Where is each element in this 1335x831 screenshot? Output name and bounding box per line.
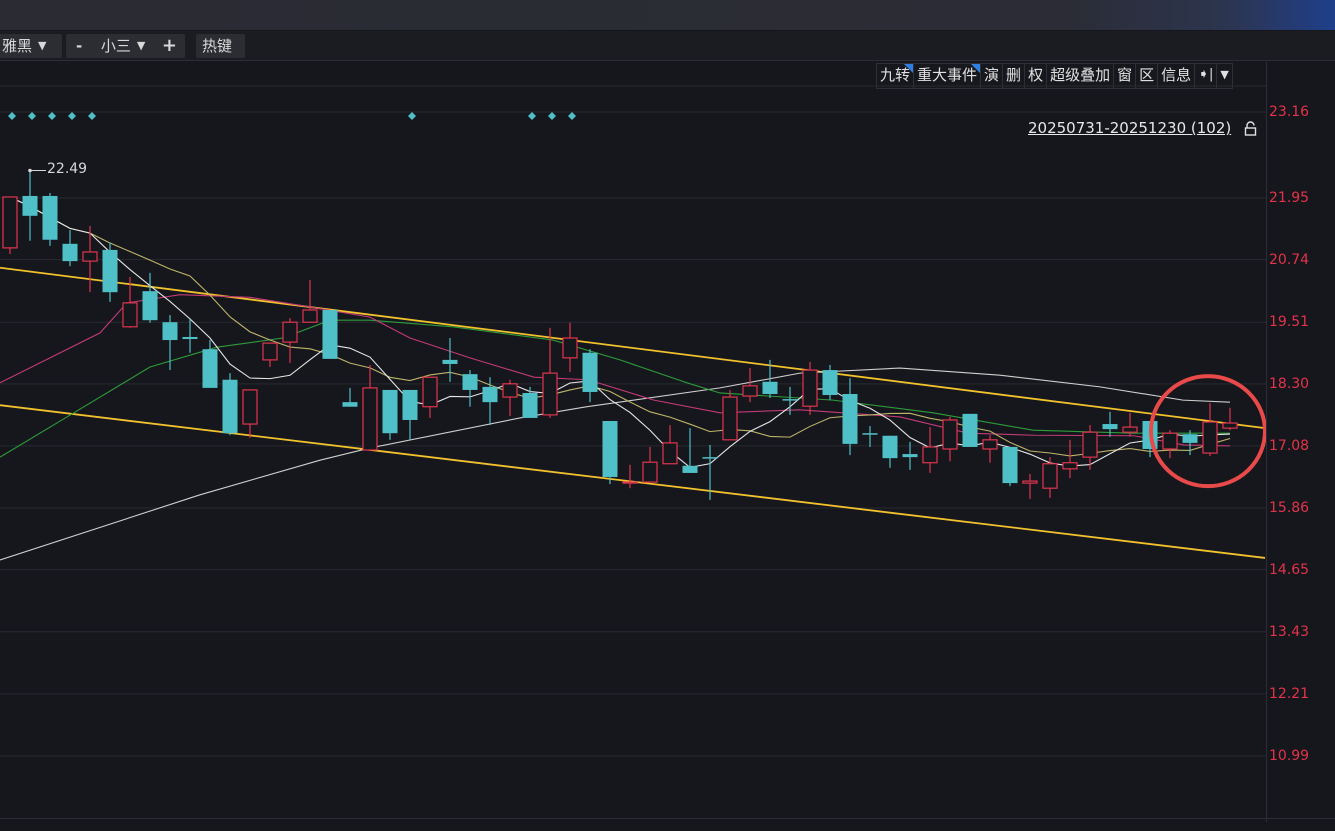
candle-up [1122,426,1138,433]
event-marker-diamond [8,112,16,120]
candle-down [682,465,698,473]
window-title-bar [0,0,1335,30]
candle-up [542,372,558,416]
candle-down [762,381,778,395]
high-marker-dot [28,168,32,173]
toolbar: 雅黑 ▼ - 小三 ▼ + 热键 [0,31,1335,61]
event-marker-diamond [408,112,416,120]
candle-down [522,392,538,418]
candle-up [1202,421,1218,454]
candle-up [82,251,98,262]
candle-down [1102,424,1118,430]
y-tick-label: 13.43 [1269,623,1310,640]
candle-down [482,386,498,403]
candle-up [282,321,298,343]
event-marker-diamond [548,112,556,120]
ma10-line [9,196,1231,457]
candle-down [322,309,338,359]
y-tick-label: 21.95 [1269,189,1310,206]
candle-down [782,399,798,401]
font-size-plus-button[interactable]: + [160,34,179,58]
candle-down [822,370,838,396]
candle-down [962,413,978,447]
font-size-minus-button[interactable]: - [72,34,86,58]
y-tick-label: 20.74 [1269,251,1310,268]
candle-down [842,394,858,444]
candlestick-chart[interactable] [0,62,1266,818]
event-marker-diamond [68,112,76,120]
chart-bottom-border [0,818,1335,819]
event-marker-diamond [28,112,36,120]
candle-down [402,389,418,420]
candle-up [722,396,738,441]
event-marker-diamond [568,112,576,120]
y-tick-label: 15.86 [1269,500,1310,517]
candle-up [1022,480,1038,484]
candle-down [602,420,618,477]
candle-up [562,337,578,359]
candle-up [942,419,958,450]
candle-down [702,457,718,459]
candle-down [142,291,158,321]
event-marker-diamond [48,112,56,120]
font-size-select[interactable]: 小三 ▼ [101,34,145,58]
y-tick-label: 17.08 [1269,437,1310,454]
candle-down [102,249,118,293]
candle-down [222,379,238,434]
candle-down [342,402,358,407]
font-select-value: 雅黑 [2,37,33,55]
candle-down [1002,446,1018,484]
candle-down [582,352,598,392]
event-marker-diamond [88,112,96,120]
y-tick-label: 19.51 [1269,314,1310,331]
candle-up [502,383,518,398]
candle-up [622,481,638,484]
event-marker-diamond [528,112,536,120]
y-tick-label: 14.65 [1269,561,1310,578]
candle-up [262,342,278,361]
candle-down [42,195,58,240]
candle-up [2,196,18,249]
price-axis-divider [1266,62,1267,822]
y-tick-label: 10.99 [1269,747,1310,764]
candle-up [122,302,138,328]
candle-up [1062,462,1078,470]
font-select[interactable]: 雅黑 ▼ [0,34,62,58]
hotkey-button[interactable]: 热键 [196,34,245,58]
chevron-down-icon: ▼ [136,39,146,52]
candle-up [982,439,998,450]
candle-up [742,385,758,397]
font-size-control: - 小三 ▼ + [66,34,185,58]
candle-down [442,359,458,364]
candle-down [382,389,398,434]
candle-up [1082,431,1098,458]
candle-up [242,389,258,425]
candle-down [462,374,478,390]
candle-down [162,322,178,341]
ma5-line [9,196,1231,469]
candle-up [642,461,658,483]
candle-down [202,349,218,388]
candle-up [1222,422,1238,429]
candle-down [62,243,78,262]
candle-up [802,369,818,407]
chevron-down-icon: ▼ [38,39,47,52]
candle-up [1162,432,1178,450]
candle-down [22,195,38,216]
y-tick-label: 12.21 [1269,685,1310,702]
candle-down [182,336,198,340]
candle-up [362,387,378,451]
candle-up [1042,463,1058,489]
y-tick-label: 18.30 [1269,375,1310,392]
candle-up [922,446,938,464]
candle-down [862,433,878,435]
candle-up [662,442,678,465]
candle-up [422,376,438,408]
candle-down [902,454,918,458]
y-tick-label: 23.16 [1269,104,1310,120]
candle-down [1182,434,1198,443]
candle-up [302,309,318,323]
font-size-value: 小三 [100,37,131,55]
candle-down [882,435,898,459]
